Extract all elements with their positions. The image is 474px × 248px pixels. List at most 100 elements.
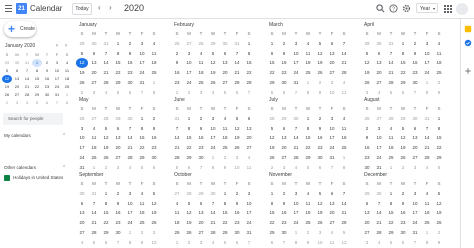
day-cell[interactable]: 13 (326, 49, 338, 59)
day-cell[interactable]: 3 (290, 189, 302, 199)
day-cell[interactable]: 13 (326, 199, 338, 209)
mini-day-cell[interactable]: 31 (52, 91, 62, 99)
day-cell[interactable]: 27 (195, 228, 207, 238)
day-cell[interactable]: 7 (290, 124, 302, 134)
day-cell[interactable]: 4 (136, 189, 148, 199)
day-cell[interactable]: 30 (373, 39, 385, 49)
mini-day-cell[interactable]: 21 (22, 83, 32, 91)
day-cell[interactable]: 5 (361, 49, 373, 59)
day-cell[interactable]: 5 (207, 49, 219, 59)
day-cell[interactable]: 5 (183, 199, 195, 209)
day-cell[interactable]: 23 (124, 68, 136, 78)
day-cell[interactable]: 4 (195, 49, 207, 59)
month-name[interactable]: April (361, 21, 451, 29)
day-cell[interactable]: 2 (124, 39, 136, 49)
mini-day-cell[interactable]: 19 (2, 83, 12, 91)
checkbox-icon[interactable] (4, 175, 10, 181)
day-cell[interactable]: 1 (112, 39, 124, 49)
day-cell[interactable]: 10 (136, 49, 148, 59)
day-cell[interactable]: 21 (373, 218, 385, 228)
day-cell[interactable]: 20 (219, 68, 231, 78)
mini-day-cell[interactable]: 10 (52, 67, 62, 75)
day-cell[interactable]: 16 (314, 133, 326, 143)
day-cell[interactable]: 6 (112, 124, 124, 134)
day-cell[interactable]: 23 (195, 143, 207, 153)
day-cell[interactable]: 27 (409, 153, 421, 163)
day-cell[interactable]: 5 (397, 124, 409, 134)
next-year-button[interactable]: › (109, 3, 112, 13)
day-cell[interactable]: 12 (314, 199, 326, 209)
day-cell[interactable]: 26 (207, 78, 219, 88)
day-cell[interactable]: 2 (397, 189, 409, 199)
day-cell[interactable]: 28 (338, 218, 350, 228)
day-cell[interactable]: 1 (219, 189, 231, 199)
day-cell[interactable]: 2 (278, 39, 290, 49)
day-cell[interactable]: 9 (136, 238, 148, 248)
day-cell[interactable]: 22 (266, 68, 278, 78)
day-cell[interactable]: 24 (373, 153, 385, 163)
day-cell[interactable]: 4 (76, 238, 88, 248)
day-cell[interactable]: 8 (266, 199, 278, 209)
day-cell[interactable]: 3 (76, 124, 88, 134)
search-people-input[interactable]: Search for people (3, 113, 63, 125)
day-cell[interactable]: 12 (361, 58, 373, 68)
day-cell[interactable]: 12 (207, 58, 219, 68)
day-cell[interactable]: 28 (100, 114, 112, 124)
day-cell[interactable]: 6 (88, 49, 100, 59)
chevron-up-icon[interactable]: ⌃ (62, 165, 66, 171)
mini-day-cell[interactable]: 3 (12, 99, 22, 107)
today-button[interactable]: Today (72, 3, 92, 15)
day-cell[interactable]: 26 (183, 228, 195, 238)
day-cell[interactable]: 27 (278, 153, 290, 163)
day-cell[interactable]: 19 (397, 143, 409, 153)
day-cell[interactable]: 2 (171, 49, 183, 59)
day-cell[interactable]: 16 (195, 133, 207, 143)
day-cell[interactable]: 3 (326, 78, 338, 88)
day-cell[interactable]: 30 (195, 153, 207, 163)
day-cell[interactable]: 10 (183, 58, 195, 68)
day-cell[interactable]: 28 (88, 228, 100, 238)
day-cell[interactable]: 15 (136, 133, 148, 143)
mini-day-cell[interactable]: 31 (22, 59, 32, 67)
day-cell[interactable]: 30 (112, 228, 124, 238)
day-cell[interactable]: 22 (266, 218, 278, 228)
mini-day-cell[interactable]: 5 (32, 99, 42, 107)
day-cell[interactable]: 5 (433, 189, 445, 199)
day-cell[interactable]: 1 (148, 78, 160, 88)
day-cell[interactable]: 11 (195, 58, 207, 68)
day-cell[interactable]: 10 (409, 199, 421, 209)
mini-day-cell[interactable]: 16 (42, 75, 52, 83)
day-cell[interactable]: 14 (385, 58, 397, 68)
day-cell[interactable]: 20 (88, 68, 100, 78)
day-cell[interactable]: 23 (397, 218, 409, 228)
day-cell[interactable]: 12 (183, 208, 195, 218)
day-cell[interactable]: 14 (100, 58, 112, 68)
month-name[interactable]: June (171, 96, 261, 104)
day-cell[interactable]: 27 (88, 114, 100, 124)
day-cell[interactable]: 10 (314, 238, 326, 248)
day-cell[interactable]: 9 (231, 199, 243, 209)
day-cell[interactable]: 28 (195, 39, 207, 49)
day-cell[interactable]: 19 (148, 208, 160, 218)
day-cell[interactable]: 2 (112, 189, 124, 199)
month-name[interactable]: January (76, 21, 166, 29)
day-cell[interactable]: 10 (326, 124, 338, 134)
day-cell[interactable]: 9 (433, 238, 445, 248)
day-cell[interactable]: 1 (397, 39, 409, 49)
day-cell[interactable]: 8 (219, 199, 231, 209)
day-cell[interactable]: 16 (409, 58, 421, 68)
keep-icon[interactable] (464, 25, 472, 33)
day-cell[interactable]: 15 (433, 133, 445, 143)
day-cell[interactable]: 4 (302, 189, 314, 199)
day-cell[interactable]: 14 (338, 49, 350, 59)
mini-day-cell[interactable]: 29 (2, 59, 12, 67)
day-cell[interactable]: 5 (231, 114, 243, 124)
day-cell[interactable]: 23 (171, 78, 183, 88)
day-cell[interactable]: 2 (219, 153, 231, 163)
mini-next-icon[interactable]: › (65, 41, 67, 51)
day-cell[interactable]: 24 (243, 218, 255, 228)
day-cell[interactable]: 26 (361, 114, 373, 124)
day-cell[interactable]: 7 (112, 238, 124, 248)
holiday-calendar-item[interactable]: Holidays in United States (4, 175, 63, 181)
day-cell[interactable]: 8 (243, 49, 255, 59)
